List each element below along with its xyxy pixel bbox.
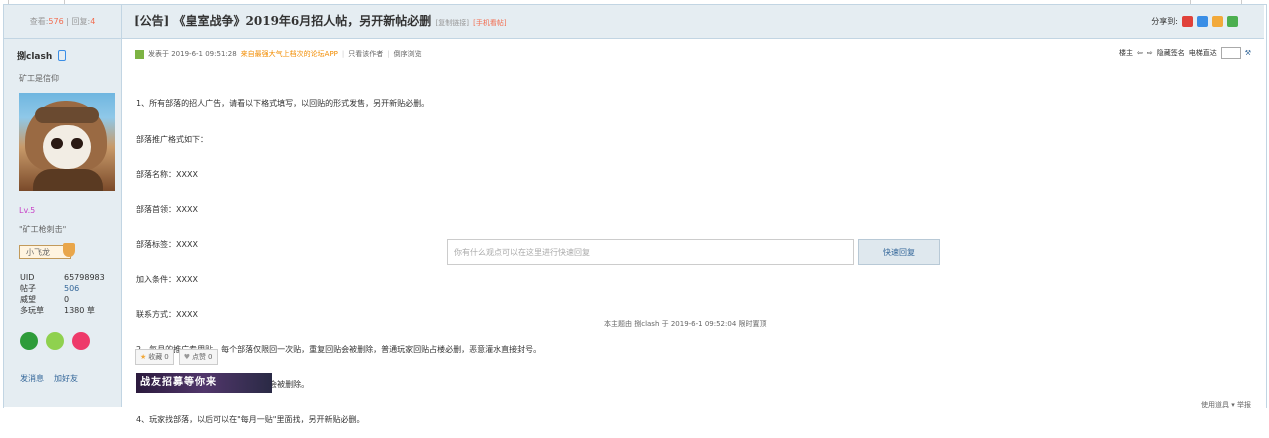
medal-gift-icon[interactable]: [72, 332, 90, 350]
post-meta: 发表于 2019-6-1 09:51:28 来自最强大气上档次的论坛APP | …: [135, 49, 422, 59]
qzone-share-icon[interactable]: [1212, 16, 1223, 27]
medal-green-icon[interactable]: [20, 332, 38, 350]
mobile-icon: [58, 50, 67, 61]
goto-floor-label: 电梯直达: [1188, 49, 1217, 57]
quick-reply-button[interactable]: 快速回复: [858, 239, 940, 265]
share-bar: 分享到:: [1151, 5, 1238, 38]
thumb-icon: ♥: [183, 353, 191, 361]
replies-label: 回复:: [71, 17, 91, 26]
author-title: 矿工是信仰: [19, 74, 59, 83]
thread-title-row: [公告] 《皇室战争》2019年6月招人帖，另开新帖必删 [复制链接] [手机看…: [134, 5, 507, 40]
add-friend-link[interactable]: 加好友: [54, 373, 78, 384]
content-line: 1、所有部落的招人广告，请看以下格式填写，以回贴的形式发售，另开新贴必删。: [136, 99, 430, 109]
floor-input[interactable]: [1220, 47, 1241, 59]
author-name[interactable]: 捌clash: [17, 49, 52, 62]
views-label: 查看:: [29, 17, 49, 26]
floor-label: 楼主: [1118, 49, 1133, 57]
thread-stats: 查看:576 | 回复:4: [4, 5, 122, 38]
author-level: Lv.5: [19, 206, 36, 215]
info-row-grass: 多玩草 1380 草: [20, 306, 95, 315]
content-line: 加入条件：XXXX: [136, 274, 198, 284]
reverse-order-link[interactable]: 倒序浏览: [394, 49, 422, 59]
medal-leaf-icon[interactable]: [46, 332, 64, 350]
like-button[interactable]: ♥ 点赞 0: [178, 349, 218, 365]
author-actions: 发消息 加好友: [20, 373, 78, 384]
views-count: 576: [48, 17, 64, 26]
content-line: 部落首领：XXXX: [136, 204, 198, 214]
content-line: 部落名称：XXXX: [136, 169, 198, 179]
wechat-share-icon[interactable]: [1227, 16, 1238, 27]
info-row-posts: 帖子 506: [20, 284, 80, 293]
content-line: 部落推广格式如下：: [136, 134, 208, 144]
stats-separator: |: [66, 17, 69, 26]
mobile-post-link[interactable]: [手机看帖]: [473, 19, 506, 27]
post-actions: ★ 收藏 0 ♥ 点赞 0: [135, 349, 218, 365]
replies-count: 4: [90, 17, 96, 26]
thread-title: [公告] 《皇室战争》2019年6月招人帖，另开新帖必删: [134, 14, 432, 28]
post-time: 发表于 2019-6-1 09:51:28: [148, 50, 237, 58]
share-label: 分享到:: [1151, 17, 1178, 26]
author-name-row: 捌clash: [17, 49, 67, 62]
send-message-link[interactable]: 发消息: [20, 373, 44, 384]
copy-link[interactable]: [复制链接]: [435, 19, 468, 27]
prev-arrow-icon[interactable]: ⇦: [1137, 49, 1143, 57]
medals: [20, 332, 90, 350]
info-row-prestige: 威望 0: [20, 295, 70, 304]
author-motto: "矿工枪刺击": [19, 225, 67, 234]
info-row-uid: UID 65798983: [20, 273, 105, 282]
star-icon: ★: [140, 353, 147, 361]
post-floor-tools: 楼主 ⇦ ⇨ 隐藏签名 电梯直达 ⚒: [1119, 47, 1251, 59]
from-app-link[interactable]: 来自最强大气上档次的论坛APP: [241, 49, 338, 59]
content-line: 4、玩家找部落，以后可以在"每月一贴"里面找，另开新贴必删。: [136, 415, 365, 425]
tools-report-links[interactable]: 使用道具 ▾ 举报: [1201, 400, 1251, 410]
author-info: UID 65798983 帖子 506 威望 0 多玩草 1380 草: [20, 272, 105, 316]
weibo-share-icon[interactable]: [1182, 16, 1193, 27]
only-author-link[interactable]: 只看该作者: [348, 49, 383, 59]
content-line: 联系方式：XXXX: [136, 310, 198, 320]
avatar[interactable]: [19, 93, 115, 191]
badge-shield-icon: [63, 243, 75, 257]
favorite-button[interactable]: ★ 收藏 0: [135, 349, 174, 365]
qq-share-icon[interactable]: [1197, 16, 1208, 27]
hide-signature-link[interactable]: 隐藏签名: [1157, 48, 1185, 58]
online-icon: [135, 49, 144, 59]
edit-notice: 本主题由 捌clash 于 2019-6-1 09:52:04 限时置顶: [604, 320, 767, 328]
recruit-banner[interactable]: 战友招募等你来: [136, 373, 272, 393]
wrench-icon[interactable]: ⚒: [1245, 49, 1251, 57]
thread-header: 查看:576 | 回复:4 [公告] 《皇室战争》2019年6月招人帖，另开新帖…: [4, 5, 1264, 39]
next-arrow-icon[interactable]: ⇨: [1147, 49, 1153, 57]
quick-reply-input[interactable]: 你有什么观点可以在这里进行快速回复: [447, 239, 854, 265]
